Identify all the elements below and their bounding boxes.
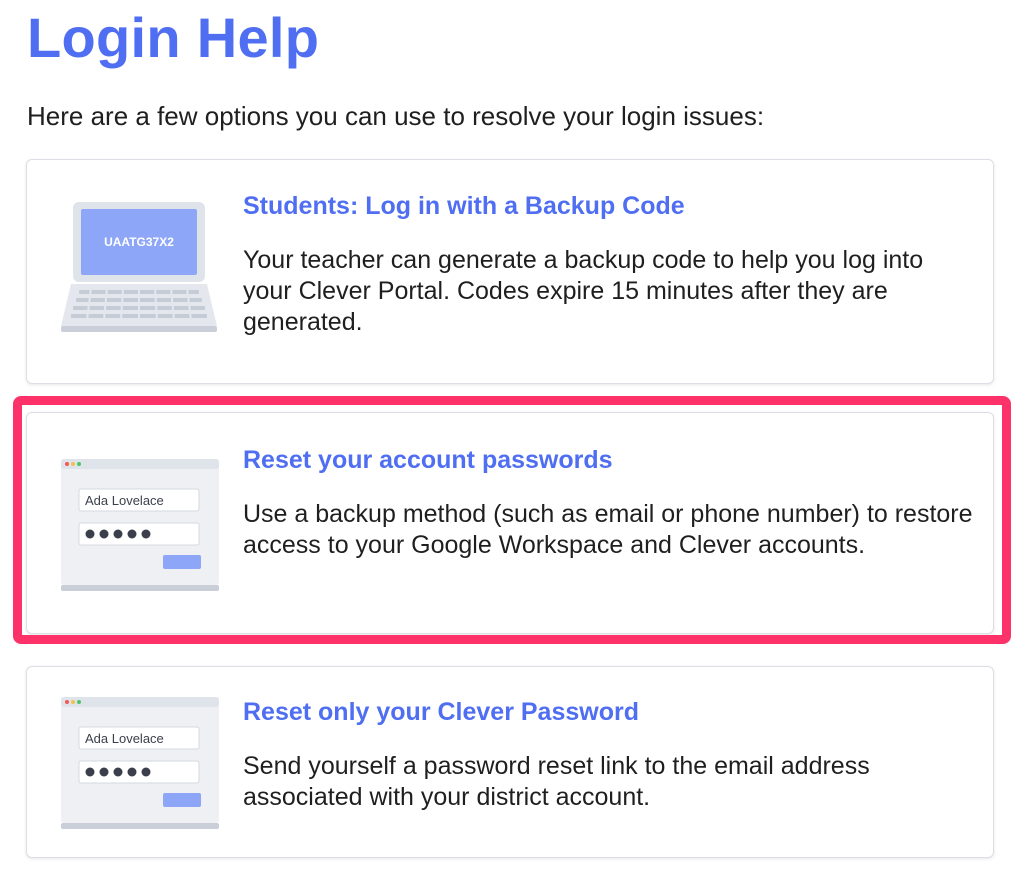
- intro-text: Here are a few options you can use to re…: [27, 101, 765, 131]
- backup-code-option-description: Your teacher can generate a backup code …: [243, 246, 924, 336]
- laptop-icon: UAATG37X2: [61, 200, 219, 340]
- reset-clever-password-option-card[interactable]: Ada Lovelace Reset only your Clever Pass…: [26, 666, 994, 858]
- reset-account-passwords-option-card[interactable]: Ada Lovelace Reset your account password…: [26, 412, 994, 634]
- login-window-icon: Ada Lovelace: [61, 457, 221, 597]
- login-help-page: Login Help Here are a few options you ca…: [0, 0, 1024, 878]
- reset-clever-password-option-title[interactable]: Reset only your Clever Password: [243, 697, 639, 727]
- page-title: Login Help: [27, 6, 320, 69]
- username-text: Ada Lovelace: [85, 493, 164, 508]
- reset-account-passwords-option-title[interactable]: Reset your account passwords: [243, 445, 613, 475]
- reset-clever-password-option-description: Send yourself a password reset link to t…: [243, 752, 870, 811]
- reset-account-passwords-option-description: Use a backup method (such as email or ph…: [243, 500, 973, 559]
- username-text: Ada Lovelace: [85, 731, 164, 746]
- login-window-icon: Ada Lovelace: [61, 695, 221, 835]
- backup-code-option-title[interactable]: Students: Log in with a Backup Code: [243, 191, 685, 221]
- backup-code-option-card[interactable]: UAATG37X2 Students: Log in with a Backup…: [26, 159, 994, 384]
- backup-code-text: UAATG37X2: [104, 235, 174, 249]
